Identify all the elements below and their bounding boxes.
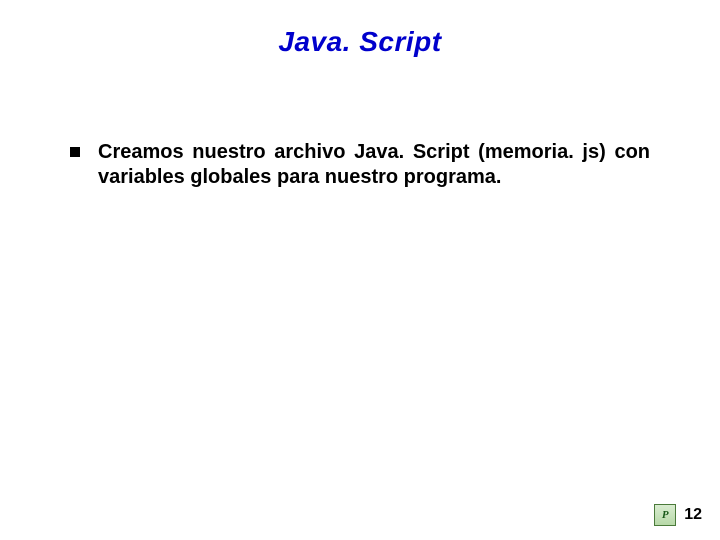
page-number: 12 [684, 506, 702, 524]
slide-footer: P 12 [654, 504, 702, 526]
logo-icon: P [654, 504, 676, 526]
slide-title: Java. Script [0, 26, 720, 58]
bullet-square-icon [70, 147, 80, 157]
bullet-item: Creamos nuestro archivo Java. Script (me… [70, 140, 650, 190]
bullet-text: Creamos nuestro archivo Java. Script (me… [98, 140, 650, 190]
slide: Java. Script Creamos nuestro archivo Jav… [0, 0, 720, 540]
slide-body: Creamos nuestro archivo Java. Script (me… [70, 140, 650, 190]
